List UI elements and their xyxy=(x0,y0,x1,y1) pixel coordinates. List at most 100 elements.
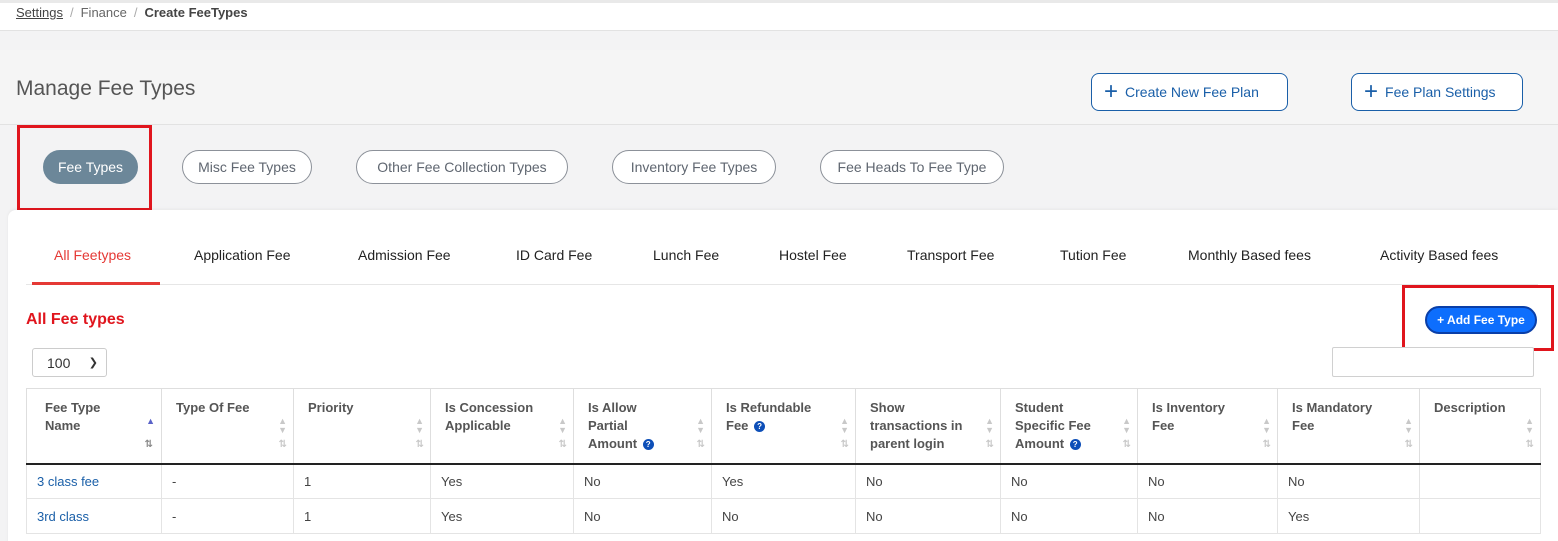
fee-types-table-wrapper: Fee Type Name ▲ ⇅ Type Of Fee ▲ ▼ ⇅ Priority ▲ ▼ ⇅ I… xyxy=(26,388,1541,534)
tab-id-card-fee[interactable]: ID Card Fee xyxy=(516,247,592,263)
column-header-label: Specific Fee xyxy=(1015,417,1119,435)
tab-hostel-fee[interactable]: Hostel Fee xyxy=(779,247,847,263)
column-header-text: Show xyxy=(870,400,905,415)
fee-type-name-link[interactable]: 3rd class xyxy=(37,509,89,524)
table-cell: No xyxy=(1277,463,1420,499)
tab-transport-fee[interactable]: Transport Fee xyxy=(907,247,994,263)
breadcrumb-separator: / xyxy=(133,5,138,20)
column-header[interactable]: Fee Type Name ▲ ⇅ xyxy=(26,388,162,465)
table-cell: 1 xyxy=(293,463,431,499)
table-cell: No xyxy=(1137,463,1278,499)
help-icon[interactable]: ? xyxy=(642,439,654,451)
column-header-label: Fee ? xyxy=(726,417,837,435)
column-header-label: Partial xyxy=(588,417,693,435)
table-row: 3rd class - 1 Yes No No No No No Yes xyxy=(26,498,1541,534)
sort-arrows-icon: ⇅ xyxy=(696,439,705,450)
column-header-label: Amount ? xyxy=(588,435,693,453)
column-header-text: transactions in xyxy=(870,418,963,433)
table-header-row: Fee Type Name ▲ ⇅ Type Of Fee ▲ ▼ ⇅ Priority ▲ ▼ ⇅ I… xyxy=(26,388,1541,465)
column-header-text: Fee Type xyxy=(45,400,101,415)
page-size-select[interactable]: 100 ❯ xyxy=(32,348,107,377)
table-cell: No xyxy=(855,498,1001,534)
cell-value: No xyxy=(1288,473,1305,489)
fee-type-name-link[interactable]: 3 class fee xyxy=(37,474,99,489)
table-cell: Yes xyxy=(711,463,856,499)
sort-arrows-icon: ⇅ xyxy=(1525,439,1534,450)
table-cell: No xyxy=(1000,463,1138,499)
column-header-label: Fee xyxy=(1152,417,1259,435)
table-cell: Yes xyxy=(430,463,574,499)
pill-fee-heads-to-fee-type[interactable]: Fee Heads To Fee Type xyxy=(820,150,1004,184)
column-header-text: Is Inventory xyxy=(1152,400,1225,415)
column-header[interactable]: Is Allow Partial Amount ? ▲ ▼ ⇅ xyxy=(573,388,712,465)
column-header-label: Description xyxy=(1434,399,1522,417)
column-header-label: Is Refundable xyxy=(726,399,837,417)
tab-all-feetypes[interactable]: All Feetypes xyxy=(54,247,131,263)
tab-lunch-fee[interactable]: Lunch Fee xyxy=(653,247,719,263)
table-cell xyxy=(1419,463,1541,499)
column-header-label: Is Concession xyxy=(445,399,555,417)
tab-application-fee[interactable]: Application Fee xyxy=(194,247,291,263)
column-header-text: Amount xyxy=(588,436,638,451)
column-header[interactable]: Is Inventory Fee ▲ ▼ ⇅ xyxy=(1137,388,1278,465)
pill-fee-types[interactable]: Fee Types xyxy=(43,150,138,184)
column-header[interactable]: Student Specific Fee Amount ? ▲ ▼ ⇅ xyxy=(1000,388,1138,465)
tab-admission-fee[interactable]: Admission Fee xyxy=(358,247,451,263)
sort-arrows-icon: ⇅ xyxy=(558,439,567,450)
sort-caret-icon: ▲ ▼ xyxy=(840,416,849,435)
column-header-text: Priority xyxy=(308,400,354,415)
table-row: 3 class fee - 1 Yes No Yes No No No No xyxy=(26,463,1541,499)
sort-caret-icon: ▲ ▼ xyxy=(985,416,994,435)
column-header-label: Priority xyxy=(308,399,412,417)
table-cell: No xyxy=(573,498,712,534)
create-new-fee-plan-button[interactable]: + Create New Fee Plan xyxy=(1091,73,1288,111)
column-header-text: Is Refundable xyxy=(726,400,812,415)
sort-caret-icon: ▲ ▼ xyxy=(558,416,567,435)
breadcrumb-finance[interactable]: Finance xyxy=(81,5,127,20)
add-fee-type-button[interactable]: + Add Fee Type xyxy=(1425,306,1537,334)
column-header-label: Show xyxy=(870,399,982,417)
help-icon[interactable]: ? xyxy=(1069,439,1081,451)
sort-arrows-icon: ⇅ xyxy=(144,439,153,450)
tab-tution-fee[interactable]: Tution Fee xyxy=(1060,247,1126,263)
column-header[interactable]: Is Concession Applicable ▲ ▼ ⇅ xyxy=(430,388,574,465)
table-cell: Yes xyxy=(430,498,574,534)
column-header[interactable]: Show transactions in parent login ▲ ▼ ⇅ xyxy=(855,388,1001,465)
cell-value: No xyxy=(1011,473,1028,489)
table-cell: Yes xyxy=(1277,498,1420,534)
column-header-label: Name xyxy=(45,417,143,435)
column-header[interactable]: Is Mandatory Fee ▲ ▼ ⇅ xyxy=(1277,388,1420,465)
cell-value: Yes xyxy=(1288,508,1310,524)
table-search-input[interactable] xyxy=(1332,347,1534,377)
column-header-text: Fee xyxy=(726,418,749,433)
cell-value: Yes xyxy=(441,508,463,524)
pill-misc-fee-types[interactable]: Misc Fee Types xyxy=(182,150,312,184)
column-header-label: Is Allow xyxy=(588,399,693,417)
tab-monthly-based-fees[interactable]: Monthly Based fees xyxy=(1188,247,1311,263)
fee-plan-settings-button[interactable]: + Fee Plan Settings xyxy=(1351,73,1523,111)
column-header[interactable]: Type Of Fee ▲ ▼ ⇅ xyxy=(161,388,294,465)
table-cell: 1 xyxy=(293,498,431,534)
column-header-text: parent login xyxy=(870,436,945,451)
table-cell: No xyxy=(1000,498,1138,534)
cell-value: No xyxy=(1148,508,1165,524)
pill-inventory-fee-types[interactable]: Inventory Fee Types xyxy=(612,150,776,184)
column-header-text: Student xyxy=(1015,400,1064,415)
table-cell: No xyxy=(855,463,1001,499)
column-header-label: transactions in xyxy=(870,417,982,435)
help-icon[interactable]: ? xyxy=(754,421,766,433)
cell-value: - xyxy=(172,473,177,489)
plus-icon: + xyxy=(1364,78,1379,105)
breadcrumb-settings-link[interactable]: Settings xyxy=(16,5,63,20)
column-header[interactable]: Priority ▲ ▼ ⇅ xyxy=(293,388,431,465)
column-header[interactable]: Is Refundable Fee ? ▲ ▼ ⇅ xyxy=(711,388,856,465)
breadcrumb: Settings / Finance / Create FeeTypes xyxy=(16,5,248,20)
column-header[interactable]: Description ▲ ▼ ⇅ xyxy=(1419,388,1541,465)
sort-caret-icon: ▲ ▼ xyxy=(415,416,424,435)
tab-activity-based-fees[interactable]: Activity Based fees xyxy=(1380,247,1498,263)
column-header-label: Fee Type xyxy=(45,399,143,417)
pill-other-fee-collection-types[interactable]: Other Fee Collection Types xyxy=(356,150,568,184)
column-header-text: Description xyxy=(1434,400,1506,415)
cell-value: No xyxy=(584,473,601,489)
column-header-text: Is Concession xyxy=(445,400,534,415)
